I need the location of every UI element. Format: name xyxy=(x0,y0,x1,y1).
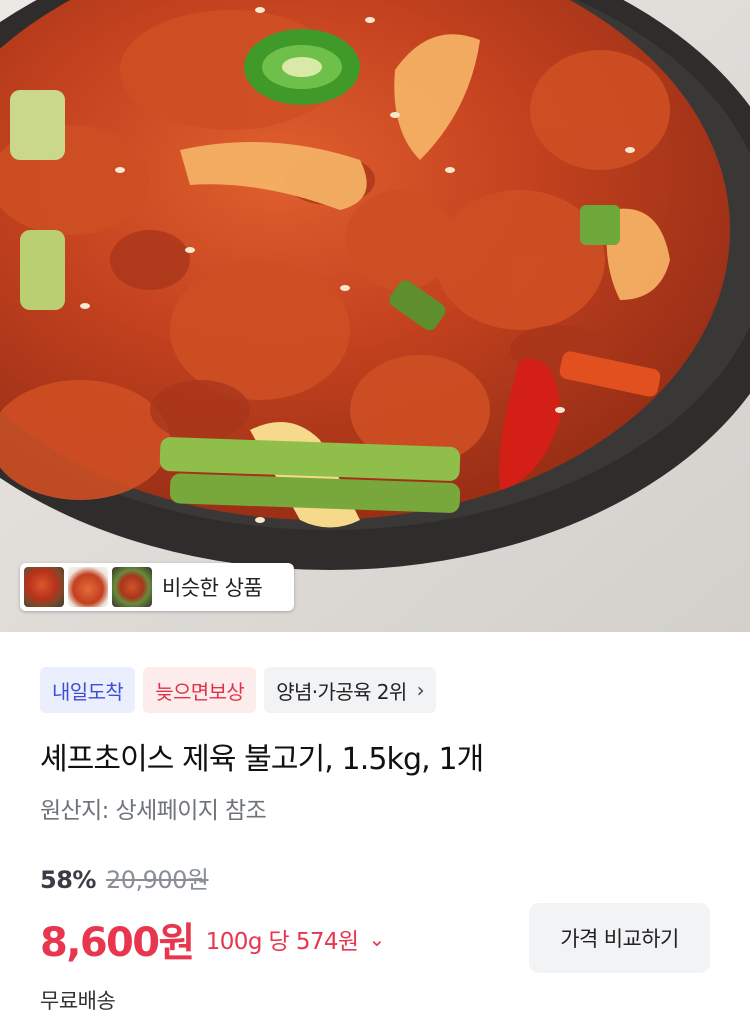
shipping-info: 무료배송 xyxy=(40,989,116,1013)
price-compare-button[interactable]: 가격 비교하기 xyxy=(529,903,710,973)
chevron-down-icon[interactable]: ⌄ xyxy=(368,927,385,951)
late-compensation-badge: 늦으면보상 xyxy=(143,667,257,713)
similar-product-thumbnail xyxy=(112,567,152,607)
chevron-right-icon: › xyxy=(416,678,425,702)
badge-label: 늦으면보상 xyxy=(155,679,245,704)
similar-product-thumbnail xyxy=(68,567,108,607)
similar-products-label: 비슷한 상품 xyxy=(162,576,263,600)
badge-label: 양념·가공육 2위 xyxy=(276,679,407,704)
badge-row: 내일도착 늦으면보상 양념·가공육 2위 › xyxy=(40,667,437,713)
price-row: 8,600원 100g 당 574원 ⌄ xyxy=(40,910,385,968)
similar-products-chip[interactable]: 비슷한 상품 xyxy=(20,563,294,611)
product-photo-illustration xyxy=(0,0,750,632)
similar-product-thumbnail xyxy=(24,567,64,607)
original-price: 20,900원 xyxy=(105,866,209,894)
tomorrow-delivery-badge: 내일도착 xyxy=(40,667,136,713)
product-title: 셰프초이스 제육 불고기, 1.5kg, 1개 xyxy=(40,742,484,777)
category-rank-badge[interactable]: 양념·가공육 2위 › xyxy=(264,667,437,713)
badge-label: 내일도착 xyxy=(52,679,124,704)
origin-text: 원산지: 상세페이지 참조 xyxy=(40,798,267,824)
discount-row: 58% 20,900원 xyxy=(40,860,209,895)
product-image[interactable]: 비슷한 상품 xyxy=(0,0,750,632)
unit-price-toggle[interactable]: 100g 당 574원 xyxy=(206,922,359,956)
sale-price: 8,600원 xyxy=(40,920,195,966)
discount-rate: 58% xyxy=(40,866,96,894)
